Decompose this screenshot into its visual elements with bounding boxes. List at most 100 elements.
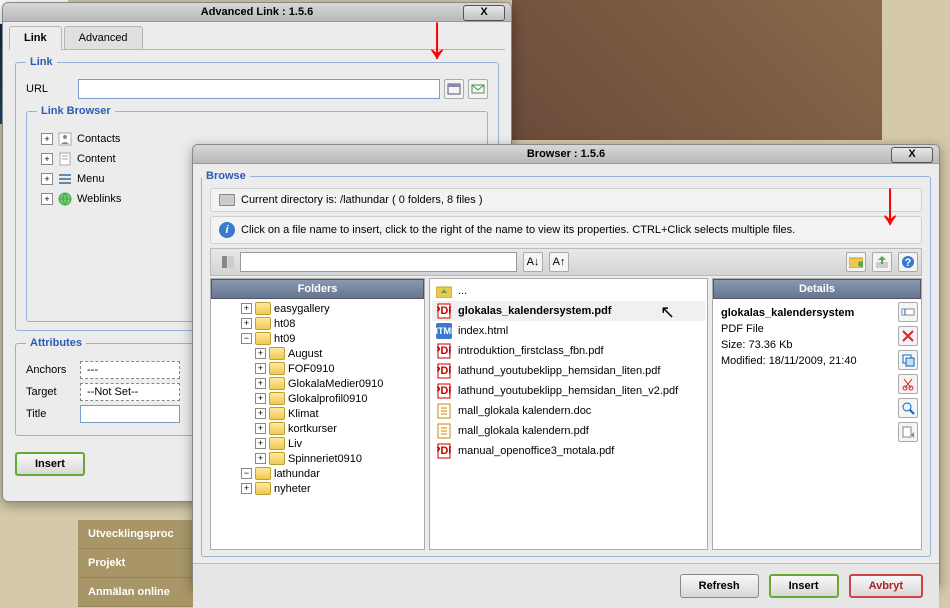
folder-row[interactable]: + Spinneriet0910 xyxy=(213,451,422,466)
refresh-button[interactable]: Refresh xyxy=(680,574,759,598)
tab-link[interactable]: Link xyxy=(9,26,62,50)
expand-icon[interactable]: + xyxy=(241,303,252,314)
folder-row[interactable]: +GlokalaMedier0910 xyxy=(213,376,422,391)
folder-icon xyxy=(269,437,285,450)
folder-row[interactable]: −lathundar xyxy=(213,466,422,481)
expand-icon[interactable]: + xyxy=(255,408,266,419)
tab-bar: Link Advanced xyxy=(9,26,505,50)
cut-icon[interactable] xyxy=(898,374,918,394)
email-icon[interactable] xyxy=(468,79,488,99)
insert-button[interactable]: Insert xyxy=(15,452,85,476)
folder-row[interactable]: + FOF0910 xyxy=(213,361,422,376)
target-select[interactable]: --Not Set-- xyxy=(80,383,180,401)
expand-icon[interactable]: + xyxy=(255,363,266,374)
folder-row[interactable]: −ht09 xyxy=(213,331,422,346)
view-icon[interactable] xyxy=(898,398,918,418)
expand-icon[interactable]: + xyxy=(41,173,53,185)
details-button-column xyxy=(891,299,921,549)
expand-icon[interactable]: + xyxy=(241,483,252,494)
folder-row[interactable]: + Liv xyxy=(213,436,422,451)
file-name: mall_glokala kalendern.pdf xyxy=(458,425,589,437)
file-row[interactable]: PDFmanual_openoffice3_motala.pdf xyxy=(432,441,705,461)
tree-label: Content xyxy=(77,153,116,165)
browser-footer: Refresh Insert Avbryt xyxy=(193,563,939,608)
upload-icon[interactable] xyxy=(872,252,892,272)
svg-text:PDF: PDF xyxy=(437,305,451,317)
new-folder-icon[interactable] xyxy=(846,252,866,272)
folder-label: FOF0910 xyxy=(288,363,334,375)
help-icon[interactable]: ? xyxy=(898,252,918,272)
expand-icon[interactable]: + xyxy=(255,453,266,464)
folder-icon xyxy=(255,332,271,345)
file-name: mall_glokala kalendern.doc xyxy=(458,405,591,417)
expand-icon[interactable]: + xyxy=(41,193,53,205)
expand-icon[interactable]: + xyxy=(255,348,266,359)
copy-icon[interactable] xyxy=(898,350,918,370)
sort-asc-icon[interactable]: A↓ xyxy=(523,252,543,272)
folder-icon xyxy=(255,317,271,330)
expand-icon[interactable]: + xyxy=(241,318,252,329)
folder-icon xyxy=(269,347,285,360)
file-name: index.html xyxy=(458,325,508,337)
doc-icon xyxy=(436,403,452,419)
file-row[interactable]: PDFglokalas_kalendersystem.pdf xyxy=(432,301,705,321)
info-icon: i xyxy=(219,222,235,238)
tree-toggle-icon[interactable] xyxy=(218,252,238,272)
browser-toolbar: A↓ A↑ ? xyxy=(210,248,922,276)
folder-label: August xyxy=(288,348,322,360)
folder-pane: Folders +easygallery+ht08−ht09+August+FO… xyxy=(210,278,425,550)
folder-tree[interactable]: +easygallery+ht08−ht09+August+FOF0910+Gl… xyxy=(211,299,424,549)
folder-row[interactable]: + ht08 xyxy=(213,316,422,331)
up-directory-row[interactable]: ... xyxy=(432,281,705,301)
tree-label: Menu xyxy=(77,173,105,185)
expand-icon[interactable]: + xyxy=(41,133,53,145)
browse-legend: Browse xyxy=(202,170,250,182)
folder-row[interactable]: +Klimat xyxy=(213,406,422,421)
rename-icon[interactable] xyxy=(898,302,918,322)
insert-file-icon[interactable] xyxy=(898,422,918,442)
expand-icon[interactable]: + xyxy=(255,423,266,434)
link-browser-legend: Link Browser xyxy=(37,105,115,117)
folder-label: ht08 xyxy=(274,318,295,330)
tree-label: Contacts xyxy=(77,133,120,145)
expand-icon[interactable]: − xyxy=(241,333,252,344)
title-input[interactable] xyxy=(80,405,180,423)
file-row[interactable]: PDFlathund_youtubeklipp_hemsidan_liten_v… xyxy=(432,381,705,401)
tab-advanced[interactable]: Advanced xyxy=(64,26,143,49)
file-row[interactable]: mall_glokala kalendern.pdf xyxy=(432,421,705,441)
url-input[interactable] xyxy=(78,79,440,99)
file-row[interactable]: PDFintroduktion_firstclass_fbn.pdf xyxy=(432,341,705,361)
cancel-button[interactable]: Avbryt xyxy=(849,574,923,598)
folder-label: Spinneriet0910 xyxy=(288,453,362,465)
path-input[interactable] xyxy=(240,252,517,272)
expand-icon[interactable]: + xyxy=(255,438,266,449)
file-name: manual_openoffice3_motala.pdf xyxy=(458,445,614,457)
folder-row[interactable]: + August xyxy=(213,346,422,361)
file-list[interactable]: ... PDFglokalas_kalendersystem.pdfHTMLin… xyxy=(430,279,707,463)
folder-row[interactable]: +nyheter xyxy=(213,481,422,496)
file-row[interactable]: PDFlathund_youtubeklipp_hemsidan_liten.p… xyxy=(432,361,705,381)
attributes-legend: Attributes xyxy=(26,337,86,349)
expand-icon[interactable]: + xyxy=(41,153,53,165)
delete-icon[interactable] xyxy=(898,326,918,346)
close-button[interactable]: X xyxy=(891,147,933,163)
file-row[interactable]: HTMLindex.html xyxy=(432,321,705,341)
folder-icon xyxy=(269,422,285,435)
folder-row[interactable]: +easygallery xyxy=(213,301,422,316)
folder-label: Liv xyxy=(288,438,302,450)
close-button[interactable]: X xyxy=(463,5,505,21)
file-row[interactable]: mall_glokala kalendern.doc xyxy=(432,401,705,421)
sort-desc-icon[interactable]: A↑ xyxy=(549,252,569,272)
folder-row[interactable]: +kortkurser xyxy=(213,421,422,436)
folder-row[interactable]: +Glokalprofil0910 xyxy=(213,391,422,406)
expand-icon[interactable]: − xyxy=(241,468,252,479)
anchors-select[interactable]: --- xyxy=(80,361,180,379)
insert-button[interactable]: Insert xyxy=(769,574,839,598)
browser-dialog: Browser : 1.5.6 X Browse Current directo… xyxy=(192,144,940,588)
target-label: Target xyxy=(26,386,80,398)
expand-icon[interactable]: + xyxy=(255,393,266,404)
browse-icon[interactable] xyxy=(444,79,464,99)
file-name: introduktion_firstclass_fbn.pdf xyxy=(458,345,604,357)
folder-icon xyxy=(269,452,285,465)
expand-icon[interactable]: + xyxy=(255,378,266,389)
